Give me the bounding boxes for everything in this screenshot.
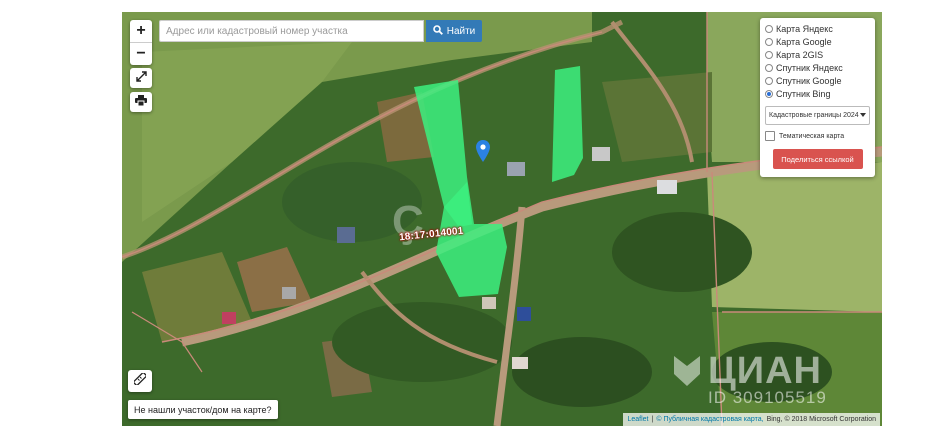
map-attribution: Leaflet | © Публичная кадастровая карта,…: [623, 413, 880, 426]
attribution-separator: |: [651, 416, 654, 423]
layer-option-yandex-satellite[interactable]: Спутник Яндекс: [765, 61, 870, 74]
zoom-control: + −: [130, 20, 152, 65]
boundaries-select[interactable]: Кадастровые границы 2024: [765, 106, 870, 125]
zoom-in-button[interactable]: +: [130, 20, 152, 42]
layer-option-label: Спутник Google: [776, 75, 842, 86]
cian-logo-icon: [674, 356, 700, 386]
fullscreen-button[interactable]: [130, 68, 152, 88]
layer-switcher-panel: Карта Яндекс Карта Google Карта 2GIS Спу…: [760, 18, 875, 177]
measure-button[interactable]: [128, 370, 152, 392]
layer-option-label: Карта Яндекс: [776, 23, 833, 34]
watermark-listing-id: ID 309105519: [708, 388, 827, 407]
zoom-out-button[interactable]: −: [130, 42, 152, 65]
print-icon: [135, 93, 147, 111]
public-map-link[interactable]: © Публичная кадастровая карта,: [656, 416, 763, 423]
cian-watermark: ЦИАН ID 309105519: [672, 348, 852, 408]
thematic-map-label: Тематическая карта: [779, 132, 845, 140]
radio-bing-satellite[interactable]: [765, 89, 773, 98]
expand-icon: [135, 69, 147, 87]
not-found-button[interactable]: Не нашли участок/дом на карте?: [128, 400, 278, 419]
layer-option-label: Спутник Яндекс: [776, 62, 843, 73]
chevron-down-icon: [860, 112, 866, 119]
ruler-icon: [133, 372, 147, 390]
radio-2gis-map[interactable]: [765, 50, 773, 59]
layer-option-2gis-map[interactable]: Карта 2GIS: [765, 48, 870, 61]
map-pin-icon[interactable]: [476, 140, 490, 167]
radio-google-map[interactable]: [765, 37, 773, 46]
leaflet-link[interactable]: Leaflet: [627, 416, 648, 423]
radio-yandex-satellite[interactable]: [765, 63, 773, 72]
watermark-brand: ЦИАН: [708, 350, 822, 392]
layer-option-google-satellite[interactable]: Спутник Google: [765, 74, 870, 87]
radio-google-satellite[interactable]: [765, 76, 773, 85]
layer-option-label: Карта Google: [776, 36, 832, 47]
search-input[interactable]: [159, 20, 424, 42]
layer-option-google-map[interactable]: Карта Google: [765, 35, 870, 48]
map-view[interactable]: Ҫ 18:17:014001 + − Найти Карта Яндекс: [122, 12, 882, 426]
layer-option-label: Карта 2GIS: [776, 49, 824, 60]
share-link-button[interactable]: Поделиться ссылкой: [772, 149, 863, 169]
thematic-map-checkbox[interactable]: [765, 131, 775, 141]
layer-option-yandex-map[interactable]: Карта Яндекс: [765, 22, 870, 35]
find-button[interactable]: Найти: [426, 20, 482, 42]
print-button[interactable]: [130, 92, 152, 112]
search-icon: [432, 24, 443, 38]
layer-option-bing-satellite[interactable]: Спутник Bing: [765, 87, 870, 100]
boundaries-select-value: Кадастровые границы 2024: [769, 112, 859, 119]
bing-attribution: Bing, © 2018 Microsoft Corporation: [766, 416, 876, 423]
layer-option-label: Спутник Bing: [776, 88, 831, 99]
radio-yandex-map[interactable]: [765, 24, 773, 33]
find-button-label: Найти: [446, 25, 476, 37]
thematic-map-toggle[interactable]: Тематическая карта: [765, 131, 870, 141]
